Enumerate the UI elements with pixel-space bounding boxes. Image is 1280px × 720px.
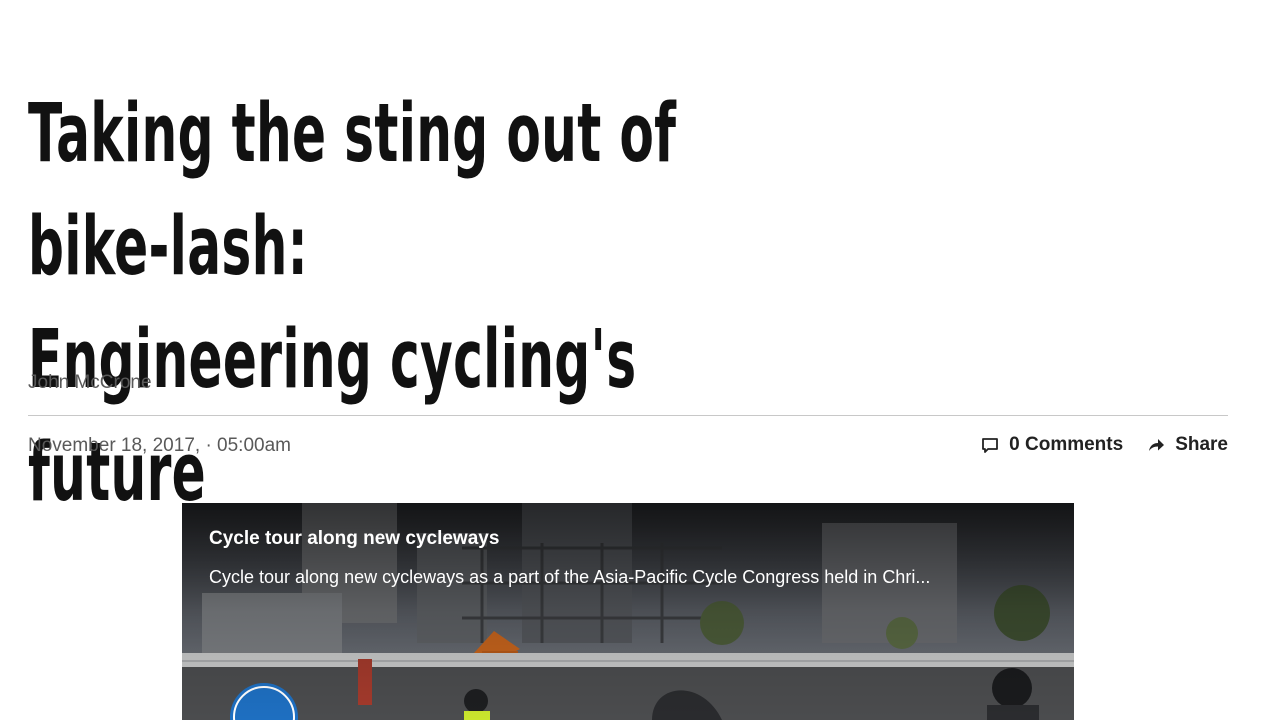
share-label: Share bbox=[1175, 434, 1228, 455]
author-name[interactable]: John McCrone bbox=[28, 372, 152, 394]
share-arrow-icon bbox=[1145, 434, 1167, 456]
headline-line-1: Taking the sting out of bike-lash: bbox=[28, 87, 677, 294]
video-player[interactable]: Cycle tour along new cycleways Cycle tou… bbox=[182, 503, 1074, 720]
article-page: Taking the sting out of bike-lash: Engin… bbox=[0, 0, 1280, 720]
video-caption: Cycle tour along new cycleways as a part… bbox=[209, 567, 931, 587]
video-title: Cycle tour along new cycleways bbox=[209, 528, 500, 549]
share-button[interactable]: Share bbox=[1145, 434, 1228, 456]
comments-label: 0 Comments bbox=[1009, 434, 1124, 455]
comments-button[interactable]: 0 Comments bbox=[979, 434, 1123, 456]
article-meta-row: November 18, 2017, · 05:00am 0 Comments … bbox=[28, 434, 1228, 460]
publish-date: November 18, 2017, · 05:00am bbox=[28, 435, 291, 456]
article-actions: 0 Comments Share bbox=[979, 434, 1228, 456]
headline-line-2: Engineering cycling's future bbox=[28, 313, 637, 520]
article-headline: Taking the sting out of bike-lash: Engin… bbox=[28, 78, 784, 530]
divider bbox=[28, 415, 1228, 416]
speech-bubble-icon bbox=[979, 434, 1001, 456]
